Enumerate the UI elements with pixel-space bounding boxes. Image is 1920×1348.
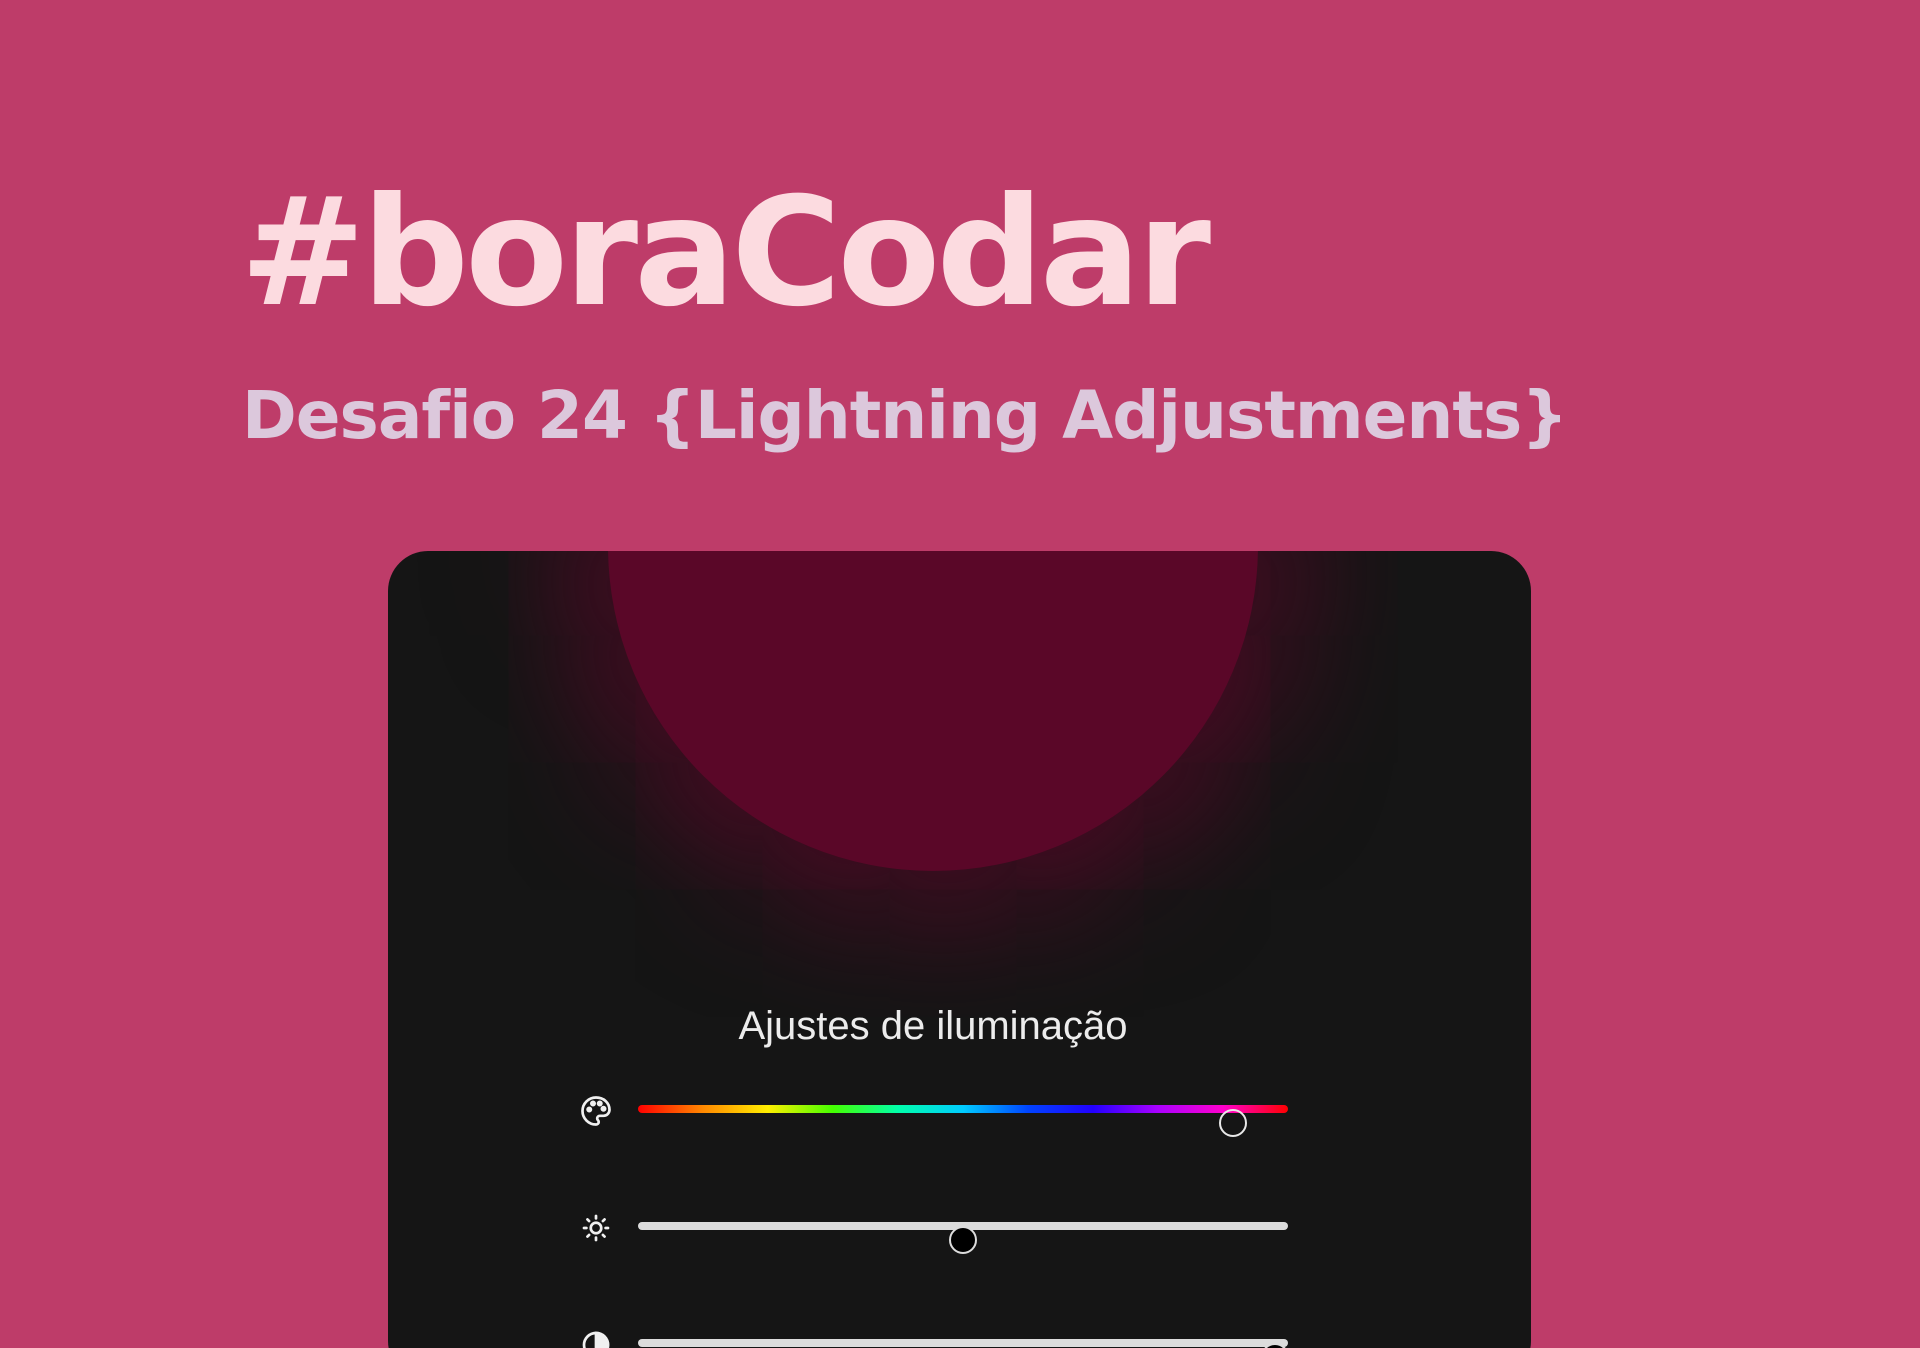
intensity-slider-track[interactable]: [638, 1339, 1289, 1348]
palette-icon: [578, 1093, 614, 1129]
lighting-card: Ajustes de iluminação: [388, 551, 1531, 1348]
brightness-icon: [578, 1210, 614, 1246]
brightness-slider-thumb[interactable]: [949, 1226, 977, 1254]
brightness-slider-track[interactable]: [638, 1222, 1288, 1254]
brightness-control: [578, 1208, 1348, 1254]
hue-slider-thumb[interactable]: [1218, 1109, 1247, 1137]
page-title: #boraCodar: [240, 166, 1211, 340]
contrast-icon: [578, 1327, 614, 1348]
intensity-slider-thumb[interactable]: [1261, 1343, 1289, 1348]
hue-slider-track[interactable]: [638, 1105, 1288, 1137]
hue-control: [578, 1091, 1348, 1137]
page-subtitle: Desafio 24 {Lightning Adjustments}: [242, 377, 1568, 454]
intensity-control: [578, 1325, 1348, 1348]
card-title: Ajustes de iluminação: [738, 1004, 1128, 1048]
light-preview-glow: [608, 551, 1258, 871]
